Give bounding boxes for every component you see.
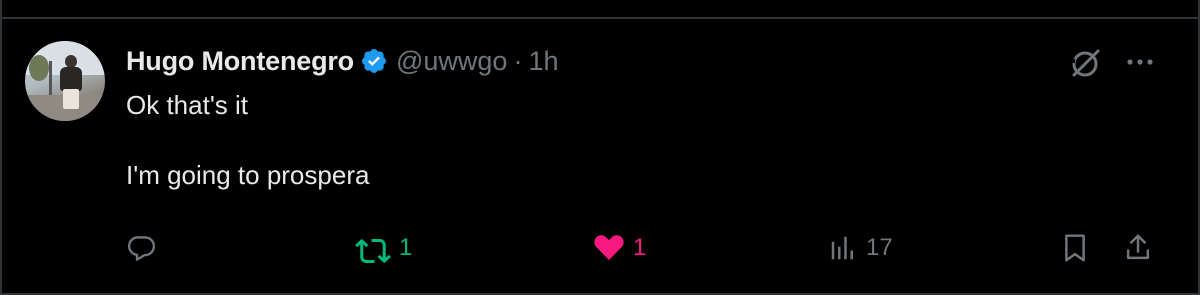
post-header: Hugo Montenegro @uwwgo · 1h [126,43,558,79]
share-icon [1123,232,1153,264]
avatar-tree [29,55,49,81]
previous-post-border [0,0,1200,19]
like-button[interactable]: 1 [593,226,646,270]
post-text: Ok that's it I'm going to prospera [126,90,370,190]
avatar-person-body [60,67,82,91]
share-button[interactable] [1123,226,1153,270]
action-bar: 1 1 17 [0,226,1200,270]
verified-badge-icon[interactable] [360,47,388,75]
views-icon [828,233,858,263]
bookmark-button[interactable] [1060,226,1090,270]
retweet-count: 1 [399,234,413,261]
bookmark-icon [1060,232,1090,264]
post-card[interactable]: Hugo Montenegro @uwwgo · 1h Ok that's it… [0,0,1200,295]
avatar[interactable] [25,41,105,121]
post-timestamp[interactable]: 1h [528,46,558,77]
views-count: 17 [866,234,893,261]
grok-icon[interactable] [1066,46,1104,80]
author-handle[interactable]: @uwwgo [396,46,507,77]
more-options-icon[interactable] [1120,48,1160,76]
views-button[interactable]: 17 [828,226,893,270]
separator-dot: · [513,45,523,76]
avatar-person-legs [63,89,79,109]
author-display-name[interactable]: Hugo Montenegro [126,46,354,77]
reply-icon [127,233,157,263]
heart-icon [593,233,625,263]
retweet-button[interactable]: 1 [355,226,412,270]
retweet-icon [355,233,391,263]
like-count: 1 [633,234,647,261]
reply-button[interactable] [127,226,165,270]
